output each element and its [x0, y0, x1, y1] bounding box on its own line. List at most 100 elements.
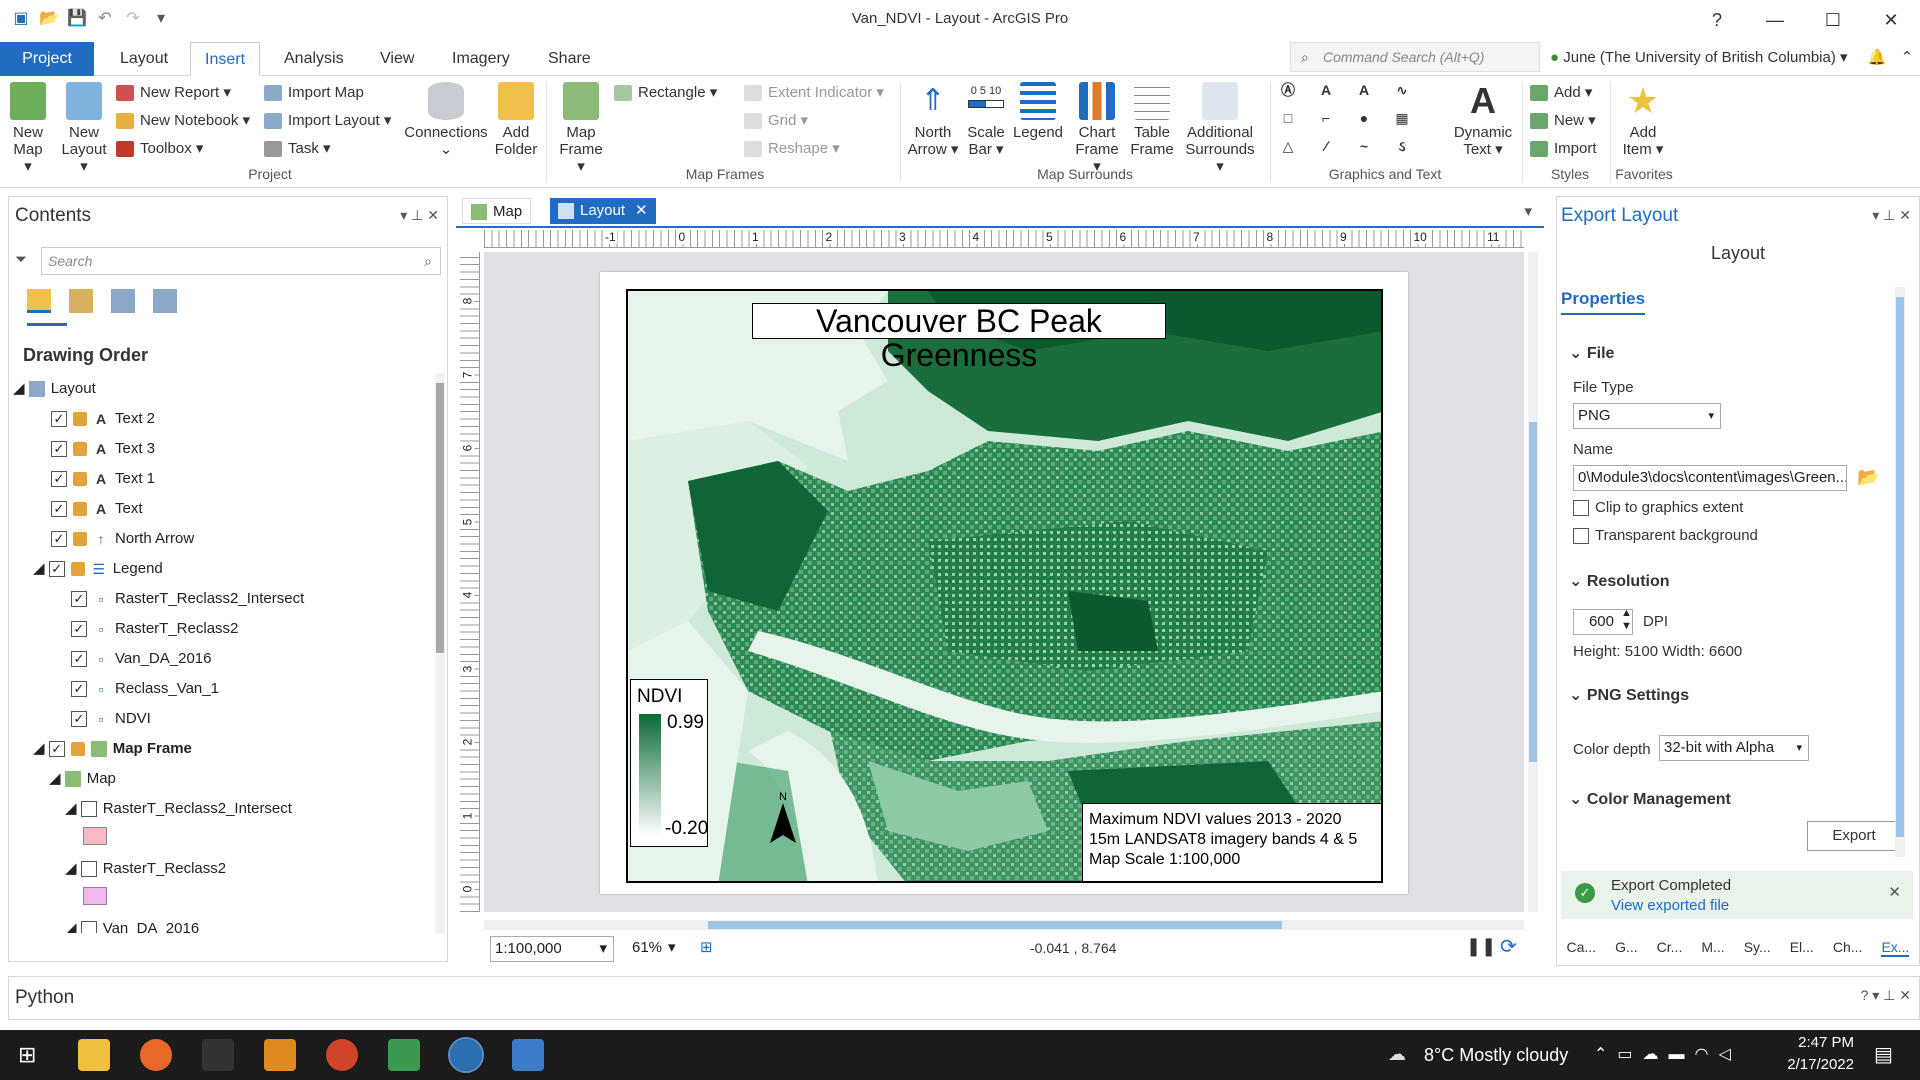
- list-by-source-icon[interactable]: [69, 289, 93, 313]
- lock-icon[interactable]: [70, 562, 85, 577]
- polygon-icon[interactable]: △: [1280, 138, 1296, 154]
- minimize-button[interactable]: —: [1746, 0, 1804, 40]
- powerpoint-icon[interactable]: [326, 1039, 358, 1071]
- notifications-icon[interactable]: 🔔: [1868, 49, 1887, 66]
- section-png-settings[interactable]: ⌄ PNG Settings: [1569, 685, 1689, 705]
- map-frame-button[interactable]: Map Frame ▾: [556, 82, 606, 175]
- lock-icon[interactable]: [73, 412, 87, 427]
- visibility-checkbox[interactable]: ✓: [51, 411, 67, 428]
- browse-folder-icon[interactable]: 📂: [1857, 467, 1879, 488]
- expand-icon[interactable]: ◢: [65, 860, 81, 877]
- scale-bar-button[interactable]: 0 5 10 Scale Bar ▾: [962, 82, 1010, 158]
- pane-tab-element[interactable]: El...: [1790, 939, 1814, 957]
- layout-horizontal-scrollbar[interactable]: [484, 920, 1524, 930]
- clip-to-graphics-option[interactable]: Clip to graphics extent: [1573, 499, 1743, 517]
- chart-frame-button[interactable]: Chart Frame ▾: [1070, 82, 1124, 175]
- user-account[interactable]: ● June (The University of British Columb…: [1550, 48, 1913, 66]
- polygon-text-icon[interactable]: A: [1318, 82, 1334, 98]
- pane-tab-create[interactable]: Cr...: [1657, 939, 1683, 957]
- visibility-checkbox[interactable]: ✓: [71, 711, 87, 728]
- picture-icon[interactable]: ▦: [1394, 110, 1410, 126]
- rectangle-button[interactable]: Rectangle ▾: [614, 80, 717, 106]
- visibility-checkbox[interactable]: [80, 801, 97, 818]
- color-depth-dropdown[interactable]: 32-bit with Alpha ▾: [1659, 735, 1809, 761]
- layer-item[interactable]: ◢ Van_DA_2016: [65, 917, 199, 933]
- transparent-background-option[interactable]: Transparent background: [1573, 527, 1758, 545]
- tab-analysis[interactable]: Analysis: [270, 42, 358, 76]
- pane-options-icon[interactable]: ▾ ⊥ ✕: [1872, 207, 1911, 224]
- clock-date[interactable]: 2/17/2022: [1774, 1056, 1854, 1073]
- stepper-arrows-icon[interactable]: ▲ ▼: [1621, 607, 1632, 633]
- command-search-input[interactable]: ⌕ Command Search (Alt+Q): [1290, 42, 1540, 72]
- curve-icon[interactable]: ~: [1356, 138, 1372, 154]
- refresh-icon[interactable]: ⟳: [1500, 934, 1517, 959]
- tab-properties[interactable]: Properties: [1561, 289, 1646, 315]
- arcgis-pro-icon[interactable]: [448, 1037, 484, 1073]
- file-type-dropdown[interactable]: PNG ▾: [1573, 403, 1721, 429]
- toolbox-button[interactable]: Toolbox ▾: [116, 136, 203, 162]
- expand-icon[interactable]: ◢: [33, 740, 49, 757]
- circle-icon[interactable]: ●: [1356, 110, 1372, 126]
- firefox-icon[interactable]: [140, 1039, 172, 1071]
- visibility-checkbox[interactable]: ✓: [51, 501, 67, 518]
- tree-item-legend[interactable]: ◢ ✓ ☰ Legend: [33, 557, 163, 581]
- grid-button[interactable]: Grid ▾: [744, 108, 808, 134]
- export-button[interactable]: Export: [1807, 821, 1901, 851]
- graphics-gallery[interactable]: Ⓐ A A ∿ □ ⌐ ● ▦ △ ∕ ~ ઽ: [1280, 82, 1430, 162]
- visibility-checkbox[interactable]: ✓: [51, 471, 67, 488]
- table-frame-button[interactable]: Table Frame: [1128, 82, 1176, 158]
- pause-drawing-icon[interactable]: ❚❚: [1466, 936, 1496, 957]
- app-icon[interactable]: [202, 1039, 234, 1071]
- expand-icon[interactable]: ◢: [33, 560, 49, 577]
- expand-icon[interactable]: ◢: [49, 770, 65, 787]
- straight-text-icon[interactable]: A: [1356, 82, 1372, 98]
- contents-search-input[interactable]: Search ⌕: [41, 247, 441, 275]
- lock-icon[interactable]: [73, 442, 87, 457]
- new-layout-button[interactable]: New Layout ▾: [60, 82, 108, 175]
- list-by-editing-icon[interactable]: [153, 289, 177, 313]
- pane-tab-symbology[interactable]: Sy...: [1744, 939, 1771, 957]
- connections-button[interactable]: Connections ⌄: [404, 82, 488, 158]
- collapse-ribbon-icon[interactable]: ⌃: [1901, 49, 1914, 66]
- import-style-button[interactable]: Import: [1530, 136, 1597, 162]
- file-explorer-icon[interactable]: [78, 1039, 110, 1071]
- map-legend[interactable]: NDVI 0.99 -0.20: [630, 679, 708, 847]
- import-layout-button[interactable]: Import Layout ▾: [264, 108, 391, 134]
- tab-layout[interactable]: Layout: [106, 42, 182, 76]
- add-folder-button[interactable]: Add Folder: [494, 82, 538, 158]
- lock-icon[interactable]: [73, 502, 87, 517]
- legend-item[interactable]: ✓ ▫ Van_DA_2016: [71, 647, 211, 671]
- map-frame[interactable]: Vancouver BC Peak Greenness NDVI 0.99 -0…: [626, 289, 1383, 883]
- visibility-checkbox[interactable]: ✓: [51, 531, 67, 548]
- list-by-drawing-order-icon[interactable]: [27, 289, 51, 313]
- tree-item-north-arrow[interactable]: ✓ ↑ North Arrow: [51, 527, 194, 551]
- arcgis-app-icon[interactable]: [388, 1039, 420, 1071]
- layer-item[interactable]: ◢ RasterT_Reclass2: [65, 857, 226, 881]
- clip-checkbox[interactable]: [1573, 500, 1589, 517]
- layout-vertical-scrollbar[interactable]: [1528, 252, 1538, 912]
- map-notes-textbox[interactable]: Maximum NDVI values 2013 - 2020 15m LAND…: [1082, 803, 1381, 881]
- additional-surrounds-button[interactable]: Additional Surrounds ▾: [1180, 82, 1260, 175]
- map-scale-dropdown[interactable]: 1:100,000 ▾: [490, 936, 614, 962]
- tree-item-text3[interactable]: ✓ A Text 3: [51, 437, 155, 461]
- reshape-button[interactable]: Reshape ▾: [744, 136, 840, 162]
- filter-icon[interactable]: ⏷: [15, 251, 27, 268]
- pane-tab-catalog[interactable]: Ca...: [1567, 939, 1597, 957]
- new-notebook-button[interactable]: New Notebook ▾: [116, 108, 250, 134]
- display-units-icon[interactable]: ⊞: [700, 938, 713, 956]
- rectangle-icon[interactable]: □: [1280, 110, 1296, 126]
- new-report-button[interactable]: New Report ▾: [116, 80, 231, 106]
- tree-item-text[interactable]: ✓ A Text: [51, 497, 143, 521]
- legend-item[interactable]: ✓ ▫ Reclass_Van_1: [71, 677, 219, 701]
- list-by-selection-icon[interactable]: [111, 289, 135, 313]
- visibility-checkbox[interactable]: ✓: [71, 651, 87, 668]
- legend-item[interactable]: ✓ ▫ RasterT_Reclass2_Intersect: [71, 587, 304, 611]
- visibility-checkbox[interactable]: [80, 921, 97, 933]
- dismiss-toast-icon[interactable]: ✕: [1888, 883, 1901, 901]
- file-name-input[interactable]: 0\Module3\docs\content\images\Green...: [1573, 465, 1847, 491]
- photos-icon[interactable]: [512, 1039, 544, 1071]
- close-button[interactable]: ✕: [1862, 0, 1920, 40]
- windows-start-icon[interactable]: ⊞: [18, 1042, 36, 1068]
- help-button[interactable]: ?: [1688, 0, 1746, 40]
- contents-scrollbar[interactable]: [435, 373, 445, 933]
